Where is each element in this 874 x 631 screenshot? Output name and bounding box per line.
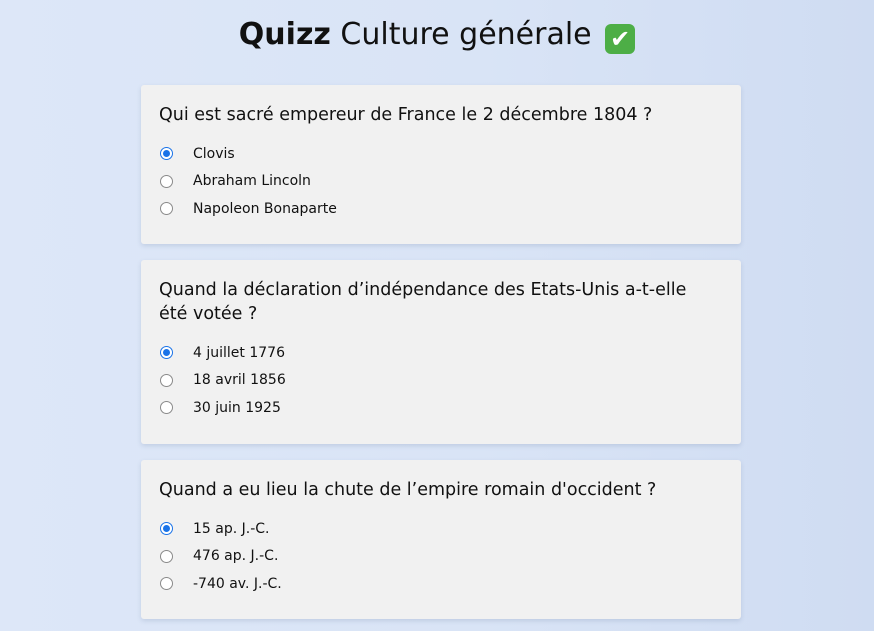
answer-option[interactable]: 476 ap. J.-C. [159, 543, 723, 571]
radio-button[interactable] [160, 174, 173, 188]
answer-label: 30 juin 1925 [193, 399, 281, 416]
answer-label: Napoleon Bonaparte [193, 200, 337, 217]
question-text: Qui est sacré empereur de France le 2 dé… [159, 105, 653, 125]
answer-option[interactable]: 18 avril 1856 [159, 367, 723, 395]
answer-option[interactable]: Napoleon Bonaparte [159, 195, 723, 223]
answer-option[interactable]: 15 ap. J.-C. [159, 515, 723, 543]
answer-option[interactable]: Abraham Lincoln [159, 168, 723, 196]
answer-label: 476 ap. J.-C. [193, 548, 279, 565]
answer-label: 4 juillet 1776 [193, 344, 285, 361]
answer-options: 4 juillet 1776 18 avril 1856 30 juin 192… [159, 339, 723, 422]
question-text: Quand la déclaration d’indépendance des … [159, 280, 687, 324]
radio-button[interactable] [160, 577, 173, 591]
answer-label: Abraham Lincoln [193, 173, 311, 190]
question-text: Quand a eu lieu la chute de l’empire rom… [159, 480, 657, 500]
radio-button[interactable] [160, 401, 173, 415]
answer-label: Clovis [193, 145, 235, 162]
radio-button-selected[interactable] [160, 522, 173, 536]
answer-label: 18 avril 1856 [193, 372, 286, 389]
answer-option[interactable]: -740 av. J.-C. [159, 570, 723, 598]
answer-options: Clovis Abraham Lincoln Napoleon Bonapart… [159, 140, 723, 223]
answer-option[interactable]: 30 juin 1925 [159, 394, 723, 422]
radio-button[interactable] [160, 373, 173, 387]
question-card-3: Quand a eu lieu la chute de l’empire rom… [141, 460, 741, 619]
answer-label: 15 ap. J.-C. [193, 520, 270, 537]
page-title: Quizz Culture générale ✔ [0, 13, 874, 57]
radio-button[interactable] [160, 549, 173, 563]
answer-label: -740 av. J.-C. [193, 575, 282, 592]
radio-button-selected[interactable] [160, 147, 173, 161]
question-card-2: Quand la déclaration d’indépendance des … [141, 260, 741, 444]
question-card-1: Qui est sacré empereur de France le 2 dé… [141, 85, 741, 244]
check-mark-icon: ✔ [605, 24, 636, 54]
page-title-text: Culture générale [340, 17, 592, 52]
radio-button[interactable] [160, 202, 173, 216]
radio-button-selected[interactable] [160, 346, 173, 360]
answer-options: 15 ap. J.-C. 476 ap. J.-C. -740 av. J.-C… [159, 515, 723, 598]
page-title-bold: Quizz [238, 17, 331, 52]
answer-option[interactable]: Clovis [159, 140, 723, 168]
answer-option[interactable]: 4 juillet 1776 [159, 339, 723, 367]
